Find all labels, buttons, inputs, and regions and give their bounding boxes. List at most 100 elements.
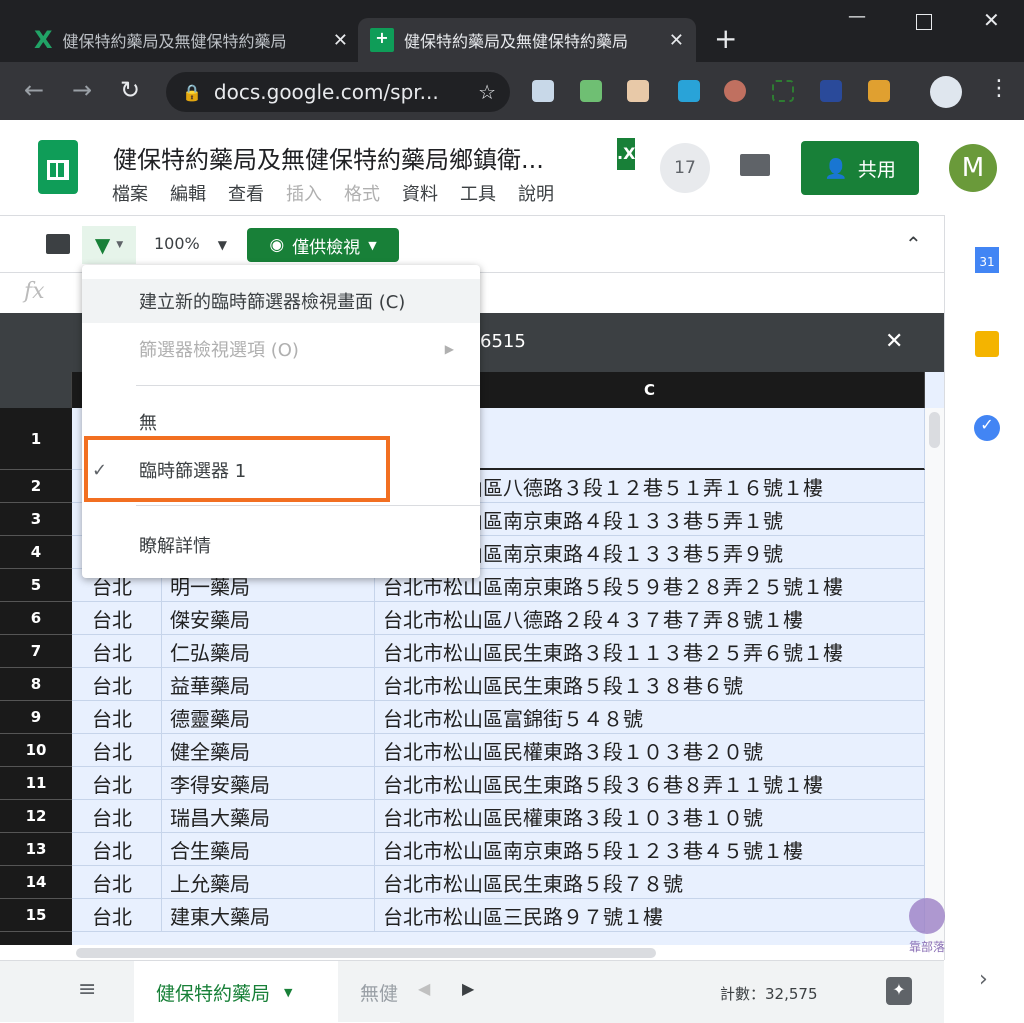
row-header[interactable]: 6 (0, 602, 72, 635)
vertical-scrollbar[interactable] (925, 408, 944, 945)
cell-address[interactable]: 台北市松山區民生東路５段１３８巷６號 (375, 668, 925, 701)
horizontal-scrollbar[interactable] (72, 945, 944, 960)
select-all-corner[interactable] (0, 372, 72, 408)
tasks-icon[interactable]: ✓ (974, 415, 1000, 441)
cell-address[interactable]: 台北市松山區八德路２段４３７巷７弄８號１樓 (375, 602, 925, 635)
star-icon[interactable]: ☆ (478, 80, 496, 104)
back-icon[interactable]: ← (24, 76, 44, 104)
expand-panel-icon[interactable]: › (979, 967, 988, 992)
scroll-left-icon[interactable]: ◀ (418, 979, 430, 998)
zoom-select[interactable]: 100% ▼ (154, 234, 227, 253)
maximize-icon[interactable] (916, 14, 932, 30)
close-tab-icon[interactable]: ✕ (669, 30, 684, 51)
filter-view-name[interactable]: 6515 (480, 331, 526, 352)
row-header[interactable]: 9 (0, 701, 72, 734)
account-avatar[interactable]: M (949, 144, 997, 192)
more-icon[interactable]: ⋮ (988, 76, 1010, 101)
cell-name[interactable]: 仁弘藥局 (162, 635, 375, 668)
keep-icon[interactable] (975, 331, 999, 357)
comment-icon[interactable] (740, 154, 770, 176)
menu-edit[interactable]: 編輯 (170, 180, 206, 206)
row-header[interactable]: 13 (0, 833, 72, 866)
row-header[interactable] (0, 932, 72, 945)
cell-region[interactable]: 台北 (72, 800, 162, 833)
cell-name[interactable]: 上允藥局 (162, 866, 375, 899)
menu-item-learn-more[interactable]: 瞭解詳情 (82, 523, 480, 567)
row-header[interactable]: 4 (0, 536, 72, 569)
explore-icon[interactable]: ✦ (886, 977, 912, 1005)
cell-address[interactable]: 台北市松山區民生東路３段１１３巷２５弄６號１樓 (375, 635, 925, 668)
extension-icon[interactable] (820, 80, 842, 102)
cell-address[interactable]: 台北市松山區三民路９７號１樓 (375, 899, 925, 932)
menu-item-create-temp-filter[interactable]: 建立新的臨時篩選器檢視畫面 (C) (82, 279, 480, 323)
collapse-header-icon[interactable]: ⌃ (905, 232, 922, 256)
sheets-logo[interactable] (38, 140, 78, 194)
cell-name[interactable]: 李得安藥局 (162, 767, 375, 800)
sheet-tab[interactable]: 無健 (340, 961, 400, 1023)
minimize-icon[interactable]: — (848, 6, 866, 27)
cell-region[interactable]: 台北 (72, 602, 162, 635)
menu-data[interactable]: 資料 (402, 180, 438, 206)
row-header[interactable]: 2 (0, 470, 72, 503)
browser-tab[interactable]: X 健保特約藥局及無健保特約藥局 ✕ (22, 18, 360, 62)
cell-address[interactable]: 台北市松山區民權東路３段１０３巷２０號 (375, 734, 925, 767)
cell-region[interactable]: 台北 (72, 767, 162, 800)
extension-icon[interactable] (678, 80, 700, 102)
menu-help[interactable]: 說明 (518, 180, 554, 206)
cell-name[interactable]: 傑安藥局 (162, 602, 375, 635)
cell-name[interactable]: 益華藥局 (162, 668, 375, 701)
new-tab-button[interactable]: + (714, 22, 737, 55)
row-header[interactable]: 7 (0, 635, 72, 668)
profile-avatar[interactable] (930, 76, 962, 108)
scroll-right-icon[interactable]: ▶ (462, 979, 474, 998)
cell-name[interactable]: 合生藥局 (162, 833, 375, 866)
extension-icon[interactable] (532, 80, 554, 102)
menu-view[interactable]: 查看 (228, 180, 264, 206)
extension-icon[interactable] (724, 80, 746, 102)
url-bar[interactable]: 🔒 docs.google.com/spr... ☆ (166, 72, 510, 112)
sheet-tab-active[interactable]: 健保特約藥局 ▼ (134, 961, 338, 1023)
cell-address[interactable]: 台北市松山區南京東路５段１２３巷４５號１樓 (375, 833, 925, 866)
close-window-icon[interactable]: ✕ (983, 8, 1000, 32)
version-count[interactable]: 17 (660, 143, 710, 193)
cell-address[interactable]: 台北市松山區民權東路３段１０３巷１０號 (375, 800, 925, 833)
row-header[interactable]: 8 (0, 668, 72, 701)
cell-region[interactable]: 台北 (72, 734, 162, 767)
calendar-icon[interactable]: 31 (975, 247, 999, 273)
row-header[interactable]: 5 (0, 569, 72, 602)
doc-title[interactable]: 健保特約藥局及無健保特約藥局鄉鎮衛... (113, 140, 544, 175)
cell-region[interactable]: 台北 (72, 833, 162, 866)
row-header[interactable]: 14 (0, 866, 72, 899)
row-header[interactable]: 11 (0, 767, 72, 800)
menu-file[interactable]: 檔案 (112, 180, 148, 206)
cell-name[interactable]: 德靈藥局 (162, 701, 375, 734)
cell-address[interactable]: 台北市松山區富錦街５４８號 (375, 701, 925, 734)
cell-name[interactable]: 建東大藥局 (162, 899, 375, 932)
cell-region[interactable]: 台北 (72, 899, 162, 932)
extension-icon[interactable] (627, 80, 649, 102)
close-filter-view-icon[interactable]: ✕ (885, 329, 903, 354)
row-header[interactable]: 15 (0, 899, 72, 932)
cell-address[interactable]: 台北市松山區民生東路５段７８號 (375, 866, 925, 899)
row-header[interactable]: 10 (0, 734, 72, 767)
reload-icon[interactable]: ↻ (120, 76, 140, 104)
menu-tools[interactable]: 工具 (460, 180, 496, 206)
row-header[interactable]: 3 (0, 503, 72, 536)
extension-icon[interactable] (772, 80, 794, 102)
extension-icon[interactable] (580, 80, 602, 102)
cell-region[interactable]: 台北 (72, 866, 162, 899)
forward-icon[interactable]: → (72, 76, 92, 104)
cell-region[interactable]: 台北 (72, 635, 162, 668)
row-header[interactable]: 12 (0, 800, 72, 833)
print-icon[interactable] (46, 234, 70, 254)
browser-tab-active[interactable]: + 健保特約藥局及無健保特約藥局 ✕ (358, 18, 696, 62)
filter-views-button[interactable]: ▼ ▼ (82, 226, 136, 264)
cell-region[interactable]: 台北 (72, 668, 162, 701)
close-tab-icon[interactable]: ✕ (333, 30, 348, 51)
cell-name[interactable]: 瑞昌大藥局 (162, 800, 375, 833)
cell-region[interactable]: 台北 (72, 701, 162, 734)
extension-icon[interactable] (868, 80, 890, 102)
view-mode-button[interactable]: ◉ 僅供檢視 ▼ (247, 228, 399, 262)
all-sheets-icon[interactable]: ≡ (78, 977, 96, 1002)
count-summary[interactable]: 計數：32,575 (720, 983, 818, 1004)
